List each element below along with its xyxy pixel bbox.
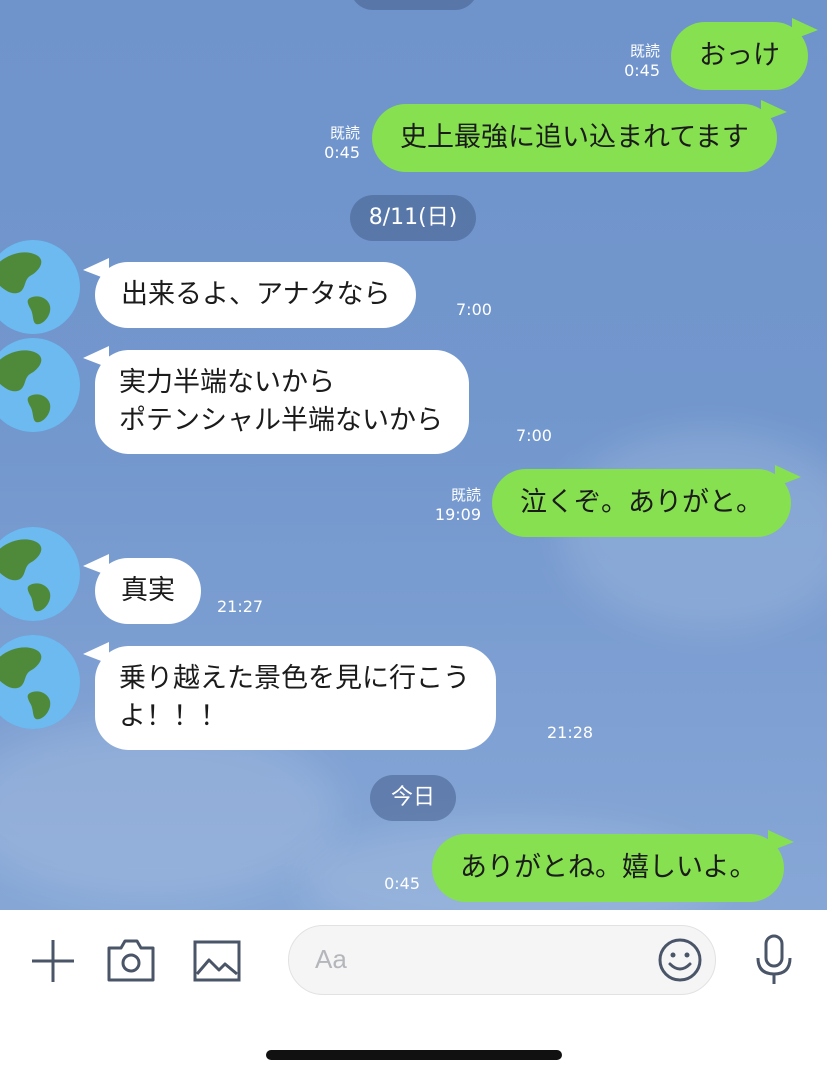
message-text: 出来るよ、アナタなら bbox=[121, 279, 391, 310]
message-meta: 既読 0:45 bbox=[604, 42, 660, 80]
image-icon bbox=[193, 940, 241, 982]
message-meta: 既読 19:09 bbox=[425, 486, 481, 524]
earth-icon bbox=[0, 240, 80, 334]
message-text-line: 実力半端ないから bbox=[119, 367, 335, 398]
earth-avatar[interactable] bbox=[0, 338, 80, 432]
date-separator: 8/11(日) bbox=[350, 195, 476, 241]
message-meta: 0:45 bbox=[364, 874, 420, 893]
earth-avatar[interactable] bbox=[0, 240, 80, 334]
message-input[interactable]: Aa bbox=[288, 925, 716, 995]
incoming-message[interactable]: 出来るよ、アナタなら bbox=[95, 262, 417, 328]
earth-icon bbox=[0, 635, 80, 729]
read-receipt: 既読 bbox=[629, 42, 660, 60]
message-time: 7:00 bbox=[516, 426, 552, 445]
incoming-message[interactable]: 乗り越えた景色を見に行こう よ！！！ bbox=[95, 646, 496, 750]
outgoing-message[interactable]: 泣くぞ。ありがと。 bbox=[492, 469, 791, 537]
microphone-icon bbox=[756, 934, 792, 984]
message-toolbar: Aa bbox=[0, 910, 827, 1010]
message-meta: 既読 0:45 bbox=[304, 124, 360, 162]
outgoing-message[interactable]: ありがとね。嬉しいよ。 bbox=[432, 834, 785, 902]
message-text-line: よ！！！ bbox=[119, 701, 227, 732]
read-receipt: 既読 bbox=[329, 124, 360, 142]
message-list[interactable]: 既読 0:45 おっけ 既読 0:45 史上最強に追い込まれてます 8/11(日… bbox=[0, 0, 827, 910]
outgoing-message[interactable]: おっけ bbox=[671, 22, 808, 90]
message-text-line: ポテンシャル半端ないから bbox=[119, 405, 443, 436]
message-time: 7:00 bbox=[456, 300, 492, 319]
message-time: 0:45 bbox=[324, 143, 360, 162]
input-placeholder: Aa bbox=[315, 944, 347, 974]
outgoing-message[interactable]: 史上最強に追い込まれてます bbox=[372, 104, 777, 172]
message-time: 19:09 bbox=[434, 505, 481, 524]
message-text-line: 乗り越えた景色を見に行こう bbox=[119, 663, 470, 694]
message-time: 21:27 bbox=[217, 597, 264, 616]
message-text: おっけ bbox=[699, 40, 780, 71]
incoming-message[interactable]: 真実 bbox=[95, 558, 201, 624]
message-time: 0:45 bbox=[624, 61, 660, 80]
camera-button[interactable] bbox=[107, 938, 155, 986]
voice-button[interactable] bbox=[755, 934, 793, 990]
incoming-message[interactable]: 実力半端ないから ポテンシャル半端ないから bbox=[95, 350, 469, 454]
date-separator: 今日 bbox=[370, 775, 456, 821]
plus-icon bbox=[32, 940, 74, 982]
earth-icon bbox=[0, 338, 80, 432]
add-button[interactable] bbox=[30, 938, 76, 988]
emoji-button[interactable] bbox=[657, 937, 703, 987]
photo-button[interactable] bbox=[193, 940, 241, 986]
earth-avatar[interactable] bbox=[0, 527, 80, 621]
earth-avatar[interactable] bbox=[0, 635, 80, 729]
home-indicator[interactable] bbox=[266, 1050, 562, 1060]
date-separator-partial bbox=[350, 0, 478, 10]
message-text: 泣くぞ。ありがと。 bbox=[520, 487, 763, 518]
message-text: ありがとね。嬉しいよ。 bbox=[460, 852, 757, 883]
message-time: 0:45 bbox=[384, 874, 420, 893]
smiley-icon bbox=[658, 938, 702, 982]
message-time: 21:28 bbox=[547, 723, 594, 742]
earth-icon bbox=[0, 527, 80, 621]
chat-screen: 既読 0:45 おっけ 既読 0:45 史上最強に追い込まれてます 8/11(日… bbox=[0, 0, 827, 1077]
message-text: 真実 bbox=[121, 575, 175, 606]
read-receipt: 既読 bbox=[450, 486, 481, 504]
camera-icon bbox=[107, 939, 155, 982]
message-text: 史上最強に追い込まれてます bbox=[400, 122, 749, 153]
